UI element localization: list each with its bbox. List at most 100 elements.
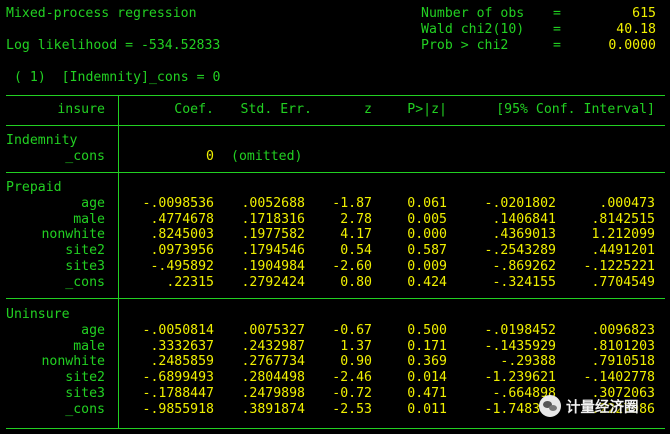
- cell-z: 4.17: [340, 227, 372, 243]
- cell-hi: -.1225221: [583, 259, 655, 274]
- cell-lo: .4369013: [492, 227, 556, 243]
- cell-lo: -.1435929: [484, 338, 556, 354]
- column-header: insure: [57, 102, 105, 117]
- variable-name: age: [81, 195, 105, 211]
- cell-hi: .7704549: [591, 274, 655, 290]
- group-rule: [6, 298, 665, 299]
- cell-se: .3891874: [241, 401, 305, 417]
- table-divider: [118, 96, 119, 428]
- cell-lo: -.0201802: [484, 195, 556, 211]
- variable-name: nonwhite: [41, 227, 105, 243]
- cell-hi: .8142515: [591, 211, 655, 227]
- cell-se: .2432987: [241, 338, 305, 354]
- cell-lo: -.0198452: [484, 322, 556, 338]
- column-header: [95% Conf. Interval]: [496, 102, 655, 117]
- cell-p: 0.000: [407, 227, 447, 243]
- variable-name: male: [73, 211, 105, 227]
- cell-p: 0.424: [407, 274, 447, 290]
- wechat-icon: [539, 395, 561, 417]
- group-label: Prepaid: [6, 180, 62, 195]
- cell-se: .2792424: [241, 274, 305, 290]
- variable-name: age: [81, 322, 105, 338]
- cell-z: 0.90: [340, 354, 372, 370]
- stat-label: Number of obs: [421, 6, 525, 21]
- table-bottom-rule: [6, 428, 665, 429]
- cell-z: -2.53: [332, 401, 372, 417]
- cell-p: 0.471: [407, 386, 447, 401]
- cell-se: .0052688: [241, 195, 305, 211]
- column-header: Coef.: [174, 102, 214, 117]
- cell-p: 0.011: [407, 401, 447, 417]
- cell-coef: .0973956: [150, 243, 214, 259]
- cell-hi: .0096823: [591, 322, 655, 338]
- cell-coef: .3332637: [150, 338, 214, 354]
- stat-eq: =: [553, 38, 561, 53]
- group-label: Indemnity: [6, 133, 78, 148]
- cell-hi: .8101203: [591, 338, 655, 354]
- cell-lo: .1406841: [492, 211, 556, 227]
- variable-name: male: [73, 338, 105, 354]
- model-title: Mixed-process regression: [6, 6, 197, 21]
- cell-se: .2479898: [241, 386, 305, 401]
- header-rule: [6, 125, 665, 126]
- cell-p: 0.005: [407, 211, 447, 227]
- cell-z: -1.87: [332, 195, 372, 211]
- cell-coef: .22315: [166, 274, 214, 290]
- cell-z: 0.54: [340, 243, 372, 259]
- constraint-line: ( 1) [Indemnity]_cons = 0: [14, 70, 221, 85]
- cell-p: 0.500: [407, 322, 447, 338]
- cell-se: .1718316: [241, 211, 305, 227]
- cell-hi: 1.212099: [591, 227, 655, 243]
- variable-name: site2: [65, 370, 105, 386]
- cell-z: 0.80: [340, 274, 372, 290]
- cell-se: (omitted): [231, 148, 303, 164]
- column-header: P>|z|: [407, 102, 447, 117]
- cell-se: .2804498: [241, 370, 305, 386]
- cell-p: 0.369: [407, 354, 447, 370]
- stat-eq: =: [553, 6, 561, 21]
- cell-se: .0075327: [241, 322, 305, 338]
- column-header: Std. Err.: [240, 102, 312, 117]
- variable-name: _cons: [65, 401, 105, 417]
- cell-p: 0.009: [407, 259, 447, 274]
- cell-p: 0.014: [407, 370, 447, 386]
- cell-p: 0.171: [407, 338, 447, 354]
- cell-coef: .4774678: [150, 211, 214, 227]
- column-header: z: [364, 102, 372, 117]
- cell-coef: -.495892: [150, 259, 214, 274]
- cell-coef: .2485859: [150, 354, 214, 370]
- variable-name: _cons: [65, 274, 105, 290]
- cell-coef: -.1788447: [142, 386, 214, 401]
- cell-p: 0.587: [407, 243, 447, 259]
- cell-se: .1977582: [241, 227, 305, 243]
- stat-eq: =: [553, 22, 561, 37]
- variable-name: nonwhite: [41, 354, 105, 370]
- cell-z: -0.67: [332, 322, 372, 338]
- table-top-rule: [6, 95, 665, 96]
- cell-se: .1794546: [241, 243, 305, 259]
- cell-z: 1.37: [340, 338, 372, 354]
- stat-value: 40.18: [616, 22, 656, 37]
- cell-z: -2.46: [332, 370, 372, 386]
- group-rule: [6, 172, 665, 173]
- cell-hi: -.1402778: [583, 370, 655, 386]
- cell-z: -2.60: [332, 259, 372, 274]
- cell-se: .1904984: [241, 259, 305, 274]
- variable-name: _cons: [65, 148, 105, 164]
- cell-coef: 0: [206, 148, 214, 164]
- cell-coef: -.0050814: [142, 322, 214, 338]
- cell-lo: -1.239621: [484, 370, 556, 386]
- cell-z: -0.72: [332, 386, 372, 401]
- cell-lo: -.324155: [492, 274, 556, 290]
- cell-z: 2.78: [340, 211, 372, 227]
- stat-value: 0.0000: [608, 38, 656, 53]
- cell-hi: .4491201: [591, 243, 655, 259]
- cell-p: 0.061: [407, 195, 447, 211]
- cell-coef: -.9855918: [142, 401, 214, 417]
- cell-se: .2767734: [241, 354, 305, 370]
- group-label: Uninsure: [6, 307, 70, 322]
- watermark: 计量经济圈: [539, 393, 667, 419]
- variable-name: site2: [65, 243, 105, 259]
- cell-hi: .000473: [599, 195, 655, 211]
- cell-lo: -.869262: [492, 259, 556, 274]
